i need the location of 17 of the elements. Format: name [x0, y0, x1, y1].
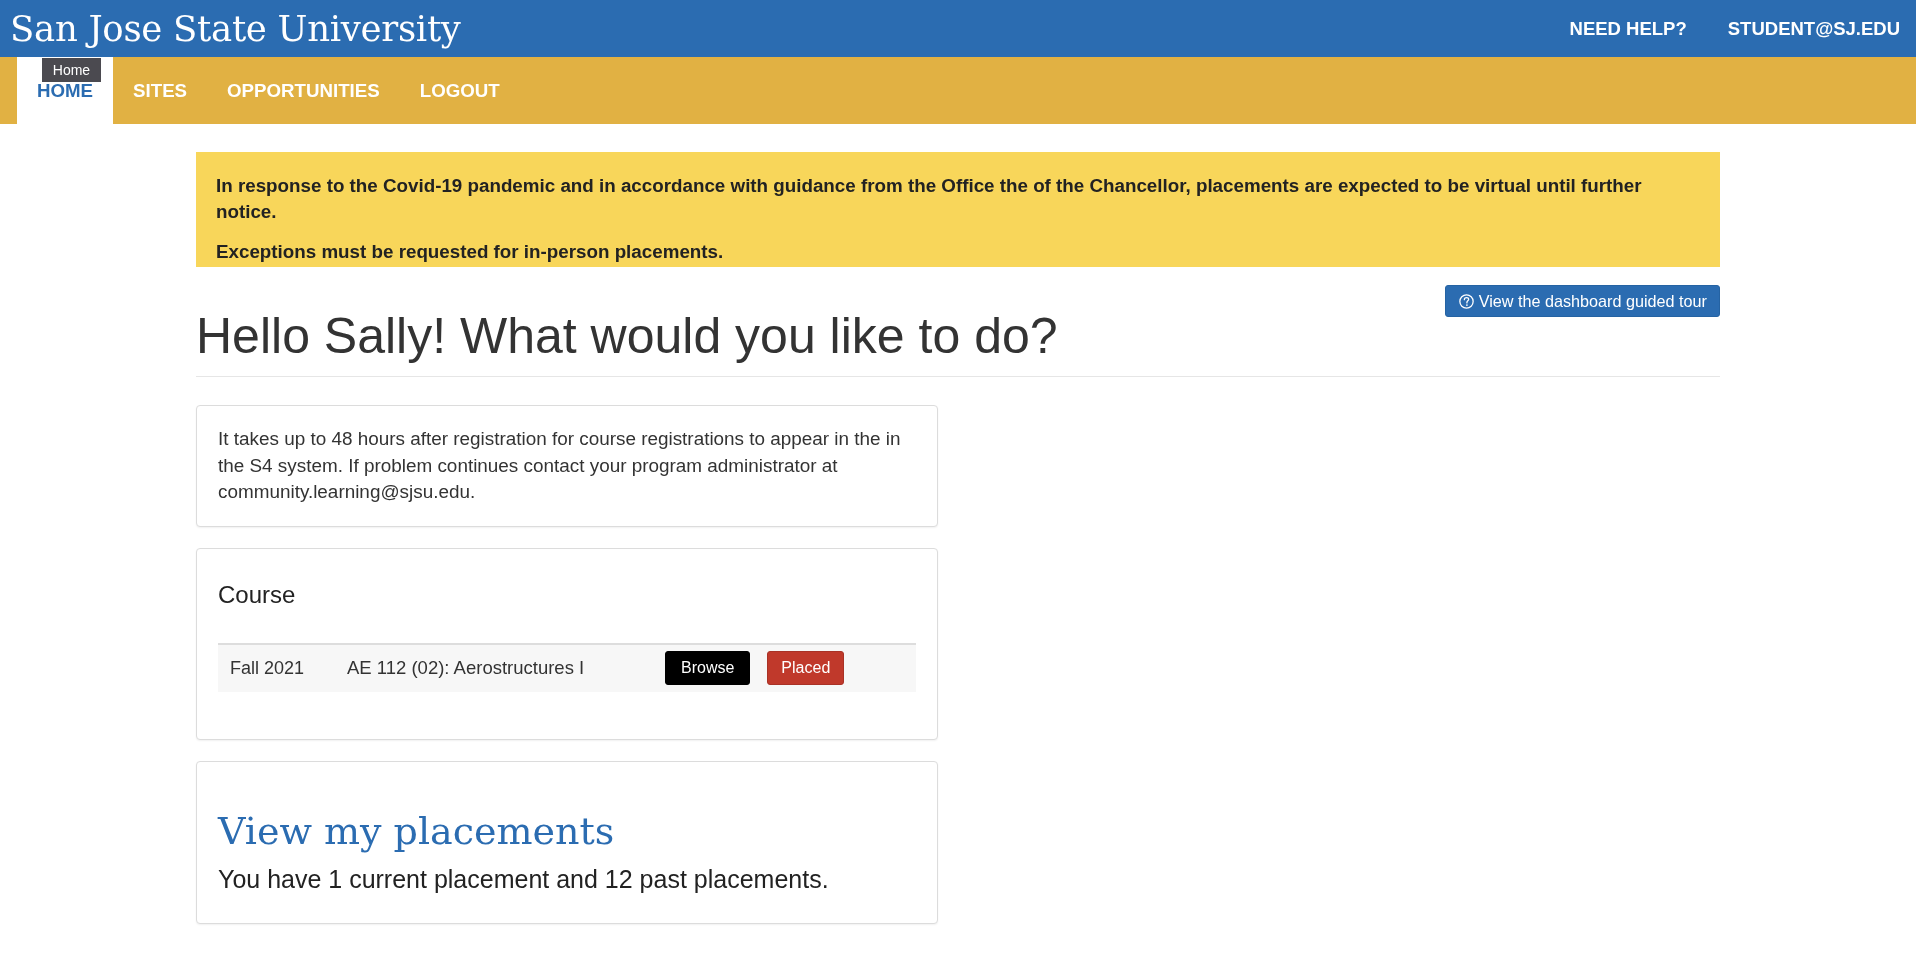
card-title: Course	[218, 581, 296, 608]
info-text: It takes up to 48 hours after registration for course registrations to appear in the in the S4 system. If problem continues contact your program administrator at community.learning@sjsu.edu.	[218, 427, 902, 504]
placements-link[interactable]: View my placements	[218, 808, 615, 853]
placements-summary: You have 1 current placement and 12 past placements.	[218, 863, 829, 894]
notice-text: Exceptions must be requested for in-person placements.	[216, 240, 725, 264]
guided-tour-button[interactable]: View the dashboard guided tour	[1444, 285, 1720, 317]
site-title[interactable]: San Jose State University	[10, 10, 461, 47]
course-cell: AE 112 (02): Aerostructures I	[347, 657, 585, 679]
header-link[interactable]: NEED HELP?	[1569, 17, 1687, 40]
action-button[interactable]: Placed	[767, 651, 845, 685]
header-link[interactable]: STUDENT@SJ.EDU	[1727, 17, 1900, 40]
term-cell: Fall 2021	[230, 657, 305, 679]
action-button[interactable]: Browse	[665, 651, 751, 685]
question-circle-icon	[1458, 293, 1474, 309]
page-heading: Hello Sally! What would you like to do?	[196, 309, 1058, 363]
tooltip: Home	[42, 58, 101, 82]
notice-text: In response to the Covid-19 pandemic and in accordance with guidance from the Office the of the Chancellor, placements are expected to be virtual until further notice.	[216, 174, 1643, 224]
